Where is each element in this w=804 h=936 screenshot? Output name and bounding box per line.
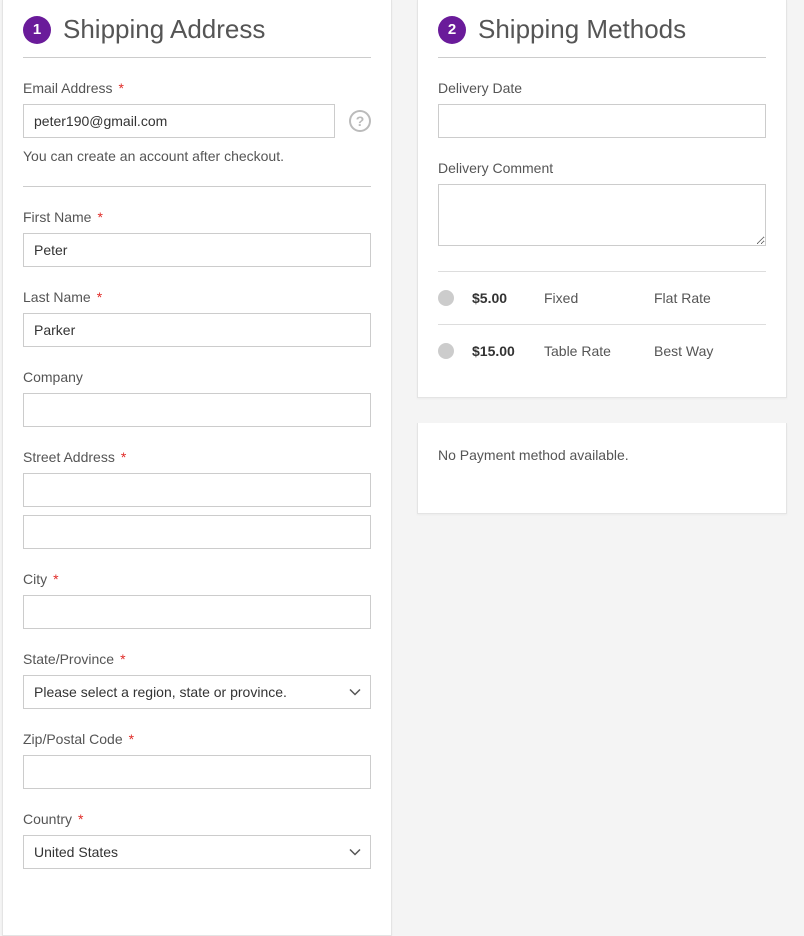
country-select[interactable]: United States — [23, 835, 371, 869]
email-field-wrapper: Email Address* ? You can create an accou… — [23, 80, 371, 164]
right-column: 2 Shipping Methods Delivery Date Deliver… — [417, 0, 787, 936]
shipping-method-row[interactable]: $15.00 Table Rate Best Way — [438, 324, 766, 377]
no-payment-message: No Payment method available. — [438, 437, 766, 493]
shipping-method-name: Fixed — [544, 290, 654, 306]
divider — [23, 186, 371, 187]
city-label: City* — [23, 571, 371, 587]
street-line1-field[interactable] — [23, 473, 371, 507]
email-hint: You can create an account after checkout… — [23, 148, 371, 164]
last-name-wrapper: Last Name* — [23, 289, 371, 347]
step-title: 2 Shipping Methods — [438, 14, 766, 58]
last-name-label: Last Name* — [23, 289, 371, 305]
shipping-carrier: Best Way — [654, 343, 713, 359]
city-field[interactable] — [23, 595, 371, 629]
shipping-address-section: 1 Shipping Address Email Address* ? You … — [2, 0, 392, 936]
zip-wrapper: Zip/Postal Code* — [23, 731, 371, 789]
shipping-method-name: Table Rate — [544, 343, 654, 359]
shipping-methods-heading: Shipping Methods — [478, 14, 686, 45]
step-number-2: 2 — [438, 16, 466, 44]
first-name-wrapper: First Name* — [23, 209, 371, 267]
street-wrapper: Street Address* — [23, 449, 371, 549]
shipping-methods-section: 2 Shipping Methods Delivery Date Deliver… — [417, 0, 787, 398]
radio-icon[interactable] — [438, 290, 454, 306]
delivery-date-wrapper: Delivery Date — [438, 80, 766, 138]
step-number-1: 1 — [23, 16, 51, 44]
delivery-date-label: Delivery Date — [438, 80, 766, 96]
delivery-date-field[interactable] — [438, 104, 766, 138]
delivery-comment-field[interactable] — [438, 184, 766, 246]
email-field[interactable] — [23, 104, 335, 138]
checkout-page: 1 Shipping Address Email Address* ? You … — [0, 0, 804, 936]
region-select[interactable]: Please select a region, state or provinc… — [23, 675, 371, 709]
company-label: Company — [23, 369, 371, 385]
last-name-field[interactable] — [23, 313, 371, 347]
city-wrapper: City* — [23, 571, 371, 629]
shipping-price: $5.00 — [472, 290, 544, 306]
shipping-carrier: Flat Rate — [654, 290, 711, 306]
region-label: State/Province* — [23, 651, 371, 667]
company-field[interactable] — [23, 393, 371, 427]
street-label: Street Address* — [23, 449, 371, 465]
region-wrapper: State/Province* Please select a region, … — [23, 651, 371, 709]
country-wrapper: Country* United States — [23, 811, 371, 869]
zip-field[interactable] — [23, 755, 371, 789]
step-title: 1 Shipping Address — [23, 14, 371, 58]
shipping-method-row[interactable]: $5.00 Fixed Flat Rate — [438, 271, 766, 324]
delivery-comment-label: Delivery Comment — [438, 160, 766, 176]
country-label: Country* — [23, 811, 371, 827]
first-name-label: First Name* — [23, 209, 371, 225]
shipping-price: $15.00 — [472, 343, 544, 359]
first-name-field[interactable] — [23, 233, 371, 267]
street-line2-field[interactable] — [23, 515, 371, 549]
radio-icon[interactable] — [438, 343, 454, 359]
shipping-address-heading: Shipping Address — [63, 14, 265, 45]
help-icon[interactable]: ? — [349, 110, 371, 132]
zip-label: Zip/Postal Code* — [23, 731, 371, 747]
company-wrapper: Company — [23, 369, 371, 427]
payment-section: No Payment method available. — [417, 423, 787, 514]
email-label: Email Address* — [23, 80, 371, 96]
delivery-comment-wrapper: Delivery Comment — [438, 160, 766, 249]
